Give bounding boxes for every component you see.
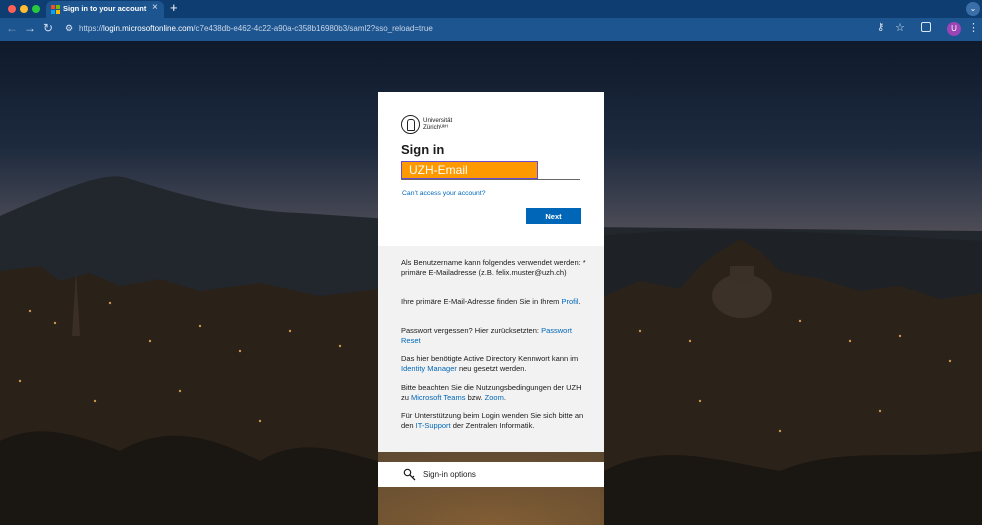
maximize-window-button[interactable] — [32, 5, 40, 13]
close-window-button[interactable] — [8, 5, 16, 13]
address-bar[interactable]: ⚙ https://login.microsoftonline.com/c7e4… — [60, 21, 870, 38]
info-section: Als Benutzername kann folgendes verwende… — [378, 246, 604, 452]
microsoft-favicon-icon — [51, 5, 60, 14]
cant-access-account-link[interactable]: Can’t access your account? — [402, 190, 486, 197]
key-icon[interactable]: ⚷ — [877, 22, 884, 33]
uzh-logo: Universität Zürichᵁᵏᴴ — [401, 115, 461, 135]
reload-icon[interactable]: ↻ — [43, 21, 53, 35]
new-tab-button[interactable]: + — [170, 0, 178, 15]
url-text[interactable]: https://login.microsoftonline.com/c7e438… — [79, 24, 433, 33]
key-search-icon — [403, 468, 416, 481]
forward-icon[interactable]: → — [24, 21, 36, 35]
kebab-icon[interactable]: ⋮ — [968, 21, 979, 34]
tab-close-icon[interactable]: × — [152, 2, 158, 13]
browser-toolbar: ← → ↻ ⚙ https://login.microsoftonline.co… — [0, 18, 982, 41]
zoom-link[interactable]: Zoom — [485, 393, 504, 402]
profile-link[interactable]: Profil — [561, 297, 578, 306]
uzh-seal-icon — [401, 115, 420, 134]
email-field[interactable] — [401, 161, 538, 179]
browser-tab-active[interactable]: Sign in to your account × — [46, 1, 164, 18]
microsoft-teams-link[interactable]: Microsoft Teams — [411, 393, 465, 402]
info-password-text: Passwort vergessen? Hier zurücksetzten: … — [401, 326, 572, 346]
info-support-text: Für Unterstützung beim Login wenden Sie … — [401, 411, 584, 431]
it-support-link[interactable]: IT-Support — [416, 421, 451, 430]
minimize-window-button[interactable] — [20, 5, 28, 13]
tab-title: Sign in to your account — [63, 4, 147, 13]
page-title: Sign in — [401, 142, 445, 157]
star-icon[interactable]: ☆ — [895, 21, 905, 34]
profile-avatar[interactable]: U — [947, 22, 961, 36]
info-identity-text: Das hier benötigte Active Directory Kenn… — [401, 354, 579, 374]
uzh-logo-text: Universität Zürichᵁᵏᴴ — [423, 117, 453, 131]
identity-manager-link[interactable]: Identity Manager — [401, 364, 457, 373]
next-button[interactable]: Next — [526, 208, 581, 224]
extensions-icon[interactable] — [921, 22, 931, 32]
tab-menu-icon[interactable]: ⌄ — [966, 2, 980, 16]
info-terms-text: Bitte beachten Sie die Nutzungsbedingung… — [401, 383, 582, 403]
info-profile-text: Ihre primäre E-Mail-Adresse finden Sie i… — [401, 297, 581, 306]
browser-tab-bar: Sign in to your account × + ⌄ — [0, 0, 982, 18]
signin-card: Universität Zürichᵁᵏᴴ Sign in Can’t acce… — [378, 92, 604, 452]
info-username-text: Als Benutzername kann folgendes verwende… — [401, 258, 586, 278]
signin-options-button[interactable]: Sign-in options — [378, 462, 604, 487]
signin-options-label: Sign-in options — [423, 470, 476, 479]
site-settings-icon[interactable]: ⚙ — [65, 23, 73, 34]
back-icon[interactable]: ← — [6, 21, 18, 35]
email-field-wrapper — [401, 161, 580, 180]
